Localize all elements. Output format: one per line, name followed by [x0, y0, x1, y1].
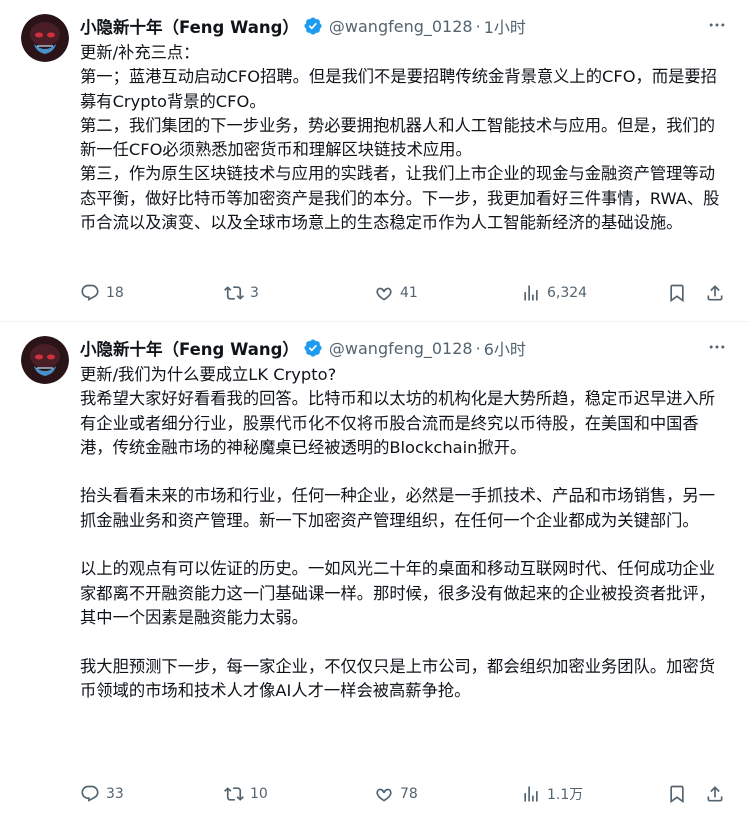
bookmark-icon: [670, 785, 684, 804]
repost-button[interactable]: 3: [224, 283, 259, 303]
reply-icon: [81, 284, 99, 301]
avatar-image: [21, 14, 69, 62]
repost-count: 3: [250, 285, 259, 301]
repost-button[interactable]: 10: [224, 784, 268, 804]
verified-badge-icon: [303, 16, 323, 36]
like-count: 78: [400, 786, 418, 802]
more-dots-icon[interactable]: [706, 336, 728, 358]
reply-icon: [81, 785, 99, 802]
share-icon: [707, 285, 723, 301]
action-bar: 18 3 41 6,324: [80, 281, 728, 305]
tweet-header: 小隐新十年（Feng Wang） @wangfeng_0128 · 6小时: [80, 336, 689, 360]
author-name[interactable]: 小隐新十年（Feng Wang）: [80, 336, 299, 360]
repost-icon: [224, 787, 244, 801]
author-handle[interactable]: @wangfeng_0128: [329, 339, 473, 358]
more-dots-icon[interactable]: [706, 14, 728, 36]
separator-dot: ·: [475, 16, 481, 36]
tweet-text: 更新/补充三点： 第一；蓝港互动启动CFO招聘。但是我们不是要招聘传统金背景意义…: [80, 43, 720, 233]
views-bar-chart-icon: [524, 285, 538, 301]
share-icon: [707, 786, 723, 802]
tweet-1[interactable]: 小隐新十年（Feng Wang） @wangfeng_0128 · 1小时 更新…: [0, 0, 749, 322]
reply-button[interactable]: 18: [80, 283, 124, 303]
views-count: 1.1万: [547, 787, 584, 803]
views-button[interactable]: 6,324: [521, 283, 587, 303]
views-bar-chart-icon: [524, 786, 538, 802]
share-button[interactable]: [705, 283, 725, 303]
verified-badge-icon: [303, 338, 323, 358]
action-bar: 33 10 78 1.1万: [80, 782, 728, 806]
tweet-text: 更新/我们为什么要成立LK Crypto? 我希望大家好好看看我的回答。比特币和…: [80, 365, 715, 700]
author-handle[interactable]: @wangfeng_0128: [329, 17, 473, 36]
tweet-header: 小隐新十年（Feng Wang） @wangfeng_0128 · 1小时: [80, 14, 689, 38]
tweet-time[interactable]: 1小时: [484, 14, 526, 38]
reply-count: 33: [106, 786, 124, 802]
tweet-time[interactable]: 6小时: [484, 336, 526, 360]
share-button[interactable]: [705, 784, 725, 804]
repost-icon: [224, 286, 244, 300]
author-name[interactable]: 小隐新十年（Feng Wang）: [80, 14, 299, 38]
separator-dot: ·: [475, 338, 481, 358]
repost-count: 10: [250, 786, 268, 802]
like-button[interactable]: 78: [374, 784, 418, 804]
bookmark-button[interactable]: [667, 283, 687, 303]
reply-button[interactable]: 33: [80, 784, 124, 804]
bookmark-icon: [670, 284, 684, 303]
heart-icon: [376, 788, 392, 802]
like-button[interactable]: 41: [374, 283, 418, 303]
like-count: 41: [400, 285, 418, 301]
heart-icon: [376, 287, 392, 301]
views-button[interactable]: 1.1万: [521, 784, 583, 804]
avatar[interactable]: [21, 14, 69, 62]
reply-count: 18: [106, 285, 124, 301]
avatar-image: [21, 336, 69, 384]
tweet-2[interactable]: 小隐新十年（Feng Wang） @wangfeng_0128 · 6小时 更新…: [0, 322, 749, 821]
bookmark-button[interactable]: [667, 784, 687, 804]
avatar[interactable]: [21, 336, 69, 384]
views-count: 6,324: [547, 285, 588, 301]
